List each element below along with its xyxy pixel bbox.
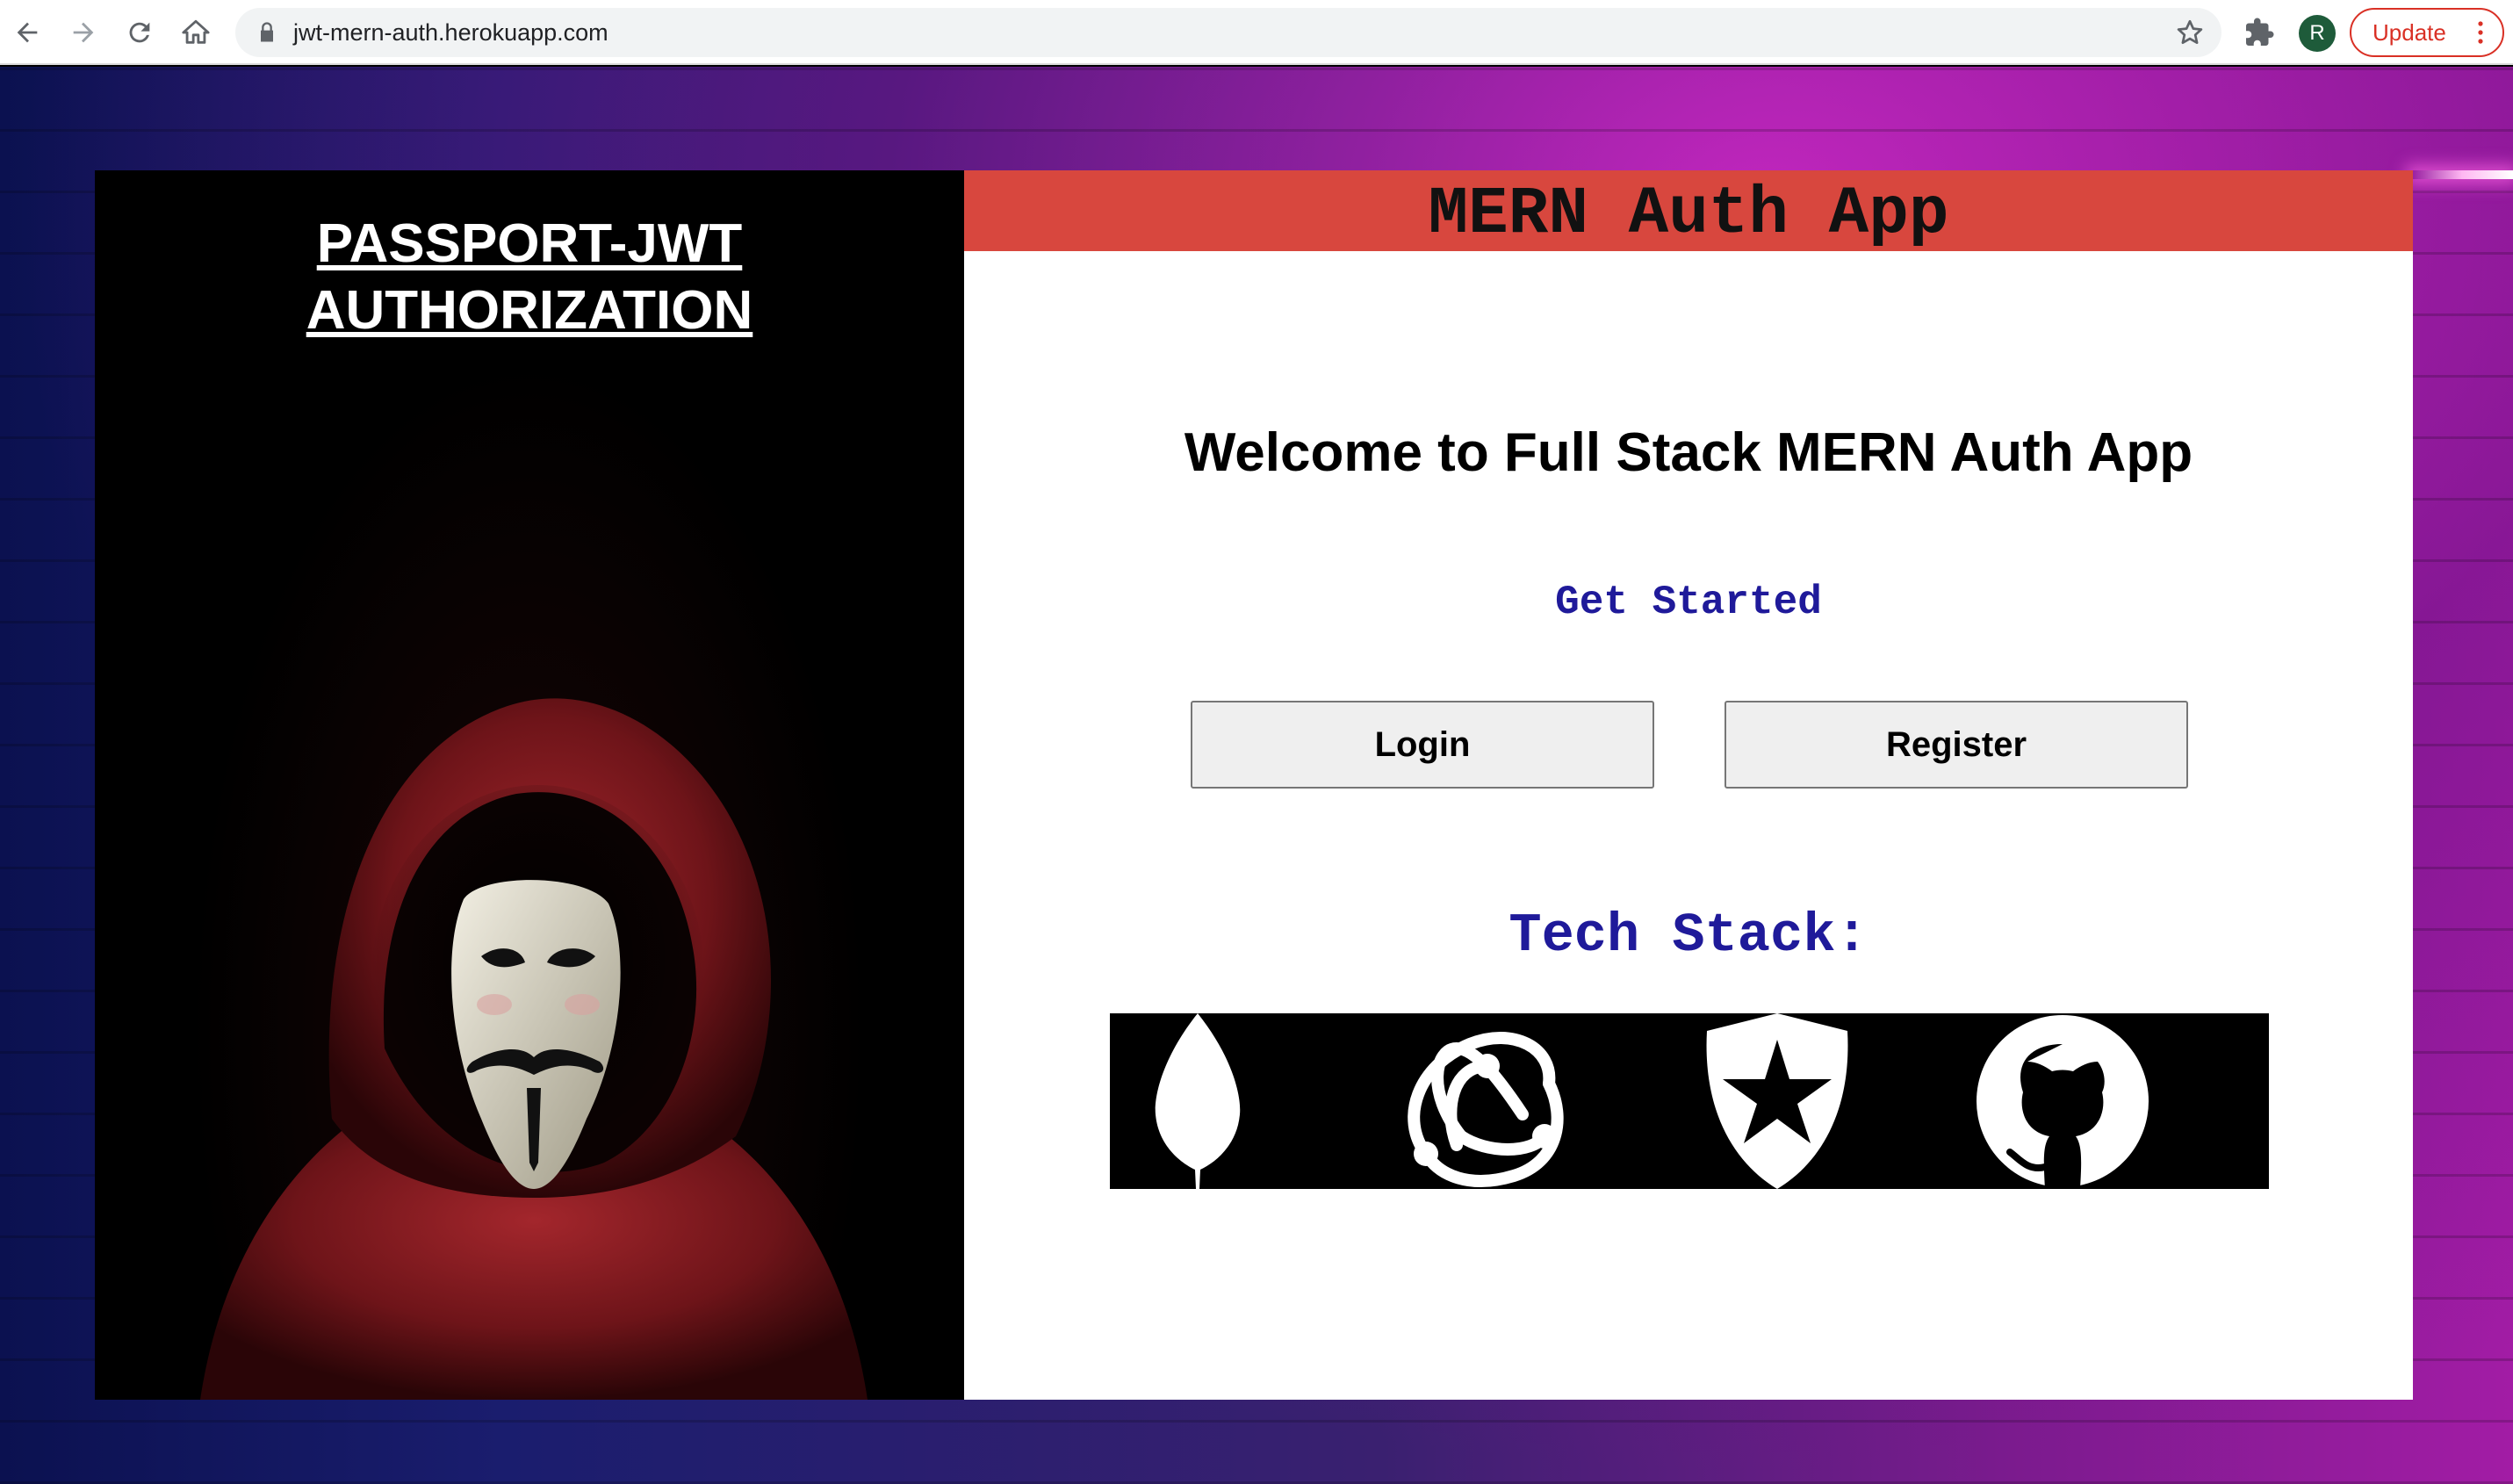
url-text[interactable]: jwt-mern-auth.herokuapp.com [293,8,608,57]
github-icon [1977,1015,2149,1189]
welcome-heading: Welcome to Full Stack MERN Auth App [1184,422,2193,483]
get-started-text: Get Started [1555,580,1822,625]
home-icon [182,19,210,44]
back-button[interactable] [7,12,47,53]
card-header: MERN Auth App [964,170,2413,252]
forward-arrow-icon [73,22,94,43]
auth0-icon [1706,1013,1848,1189]
register-button[interactable]: Register [1725,701,2188,789]
update-label: Update [2373,19,2446,46]
star-icon[interactable] [2174,17,2206,48]
hero-title: PASSPORT-JWT AUTHORIZATION [95,211,964,344]
browser-toolbar: jwt-mern-auth.herokuapp.com R Update [0,0,2513,65]
home-button[interactable] [176,12,216,53]
kebab-menu-icon [2478,21,2483,44]
address-bar[interactable]: jwt-mern-auth.herokuapp.com [235,8,2221,57]
hero-panel: PASSPORT-JWT AUTHORIZATION [95,170,964,1400]
tech-stack-strip [1110,1013,2269,1189]
lock-icon [261,22,273,42]
neon-glow-line [2411,170,2513,179]
hooded-mask-figure-image [200,698,868,1400]
reload-icon [129,22,150,43]
login-button[interactable]: Login [1191,701,1654,789]
update-button[interactable]: Update [2350,8,2504,57]
profile-avatar[interactable]: R [2299,15,2336,52]
reload-button[interactable] [119,12,160,53]
redux-icon [1408,1031,1564,1187]
auth-card: MERN Auth App Welcome to Full Stack MERN… [964,170,2413,1400]
tech-stack-heading: Tech Stack: [1509,904,1869,967]
mongodb-icon [1155,1013,1241,1189]
back-arrow-icon [17,22,38,43]
forward-button[interactable] [63,12,104,53]
app-title: MERN Auth App [1428,176,1949,252]
hero-title-line2: AUTHORIZATION [306,280,753,341]
extensions-icon[interactable] [2243,17,2275,48]
hero-title-line1: PASSPORT-JWT [316,213,743,274]
